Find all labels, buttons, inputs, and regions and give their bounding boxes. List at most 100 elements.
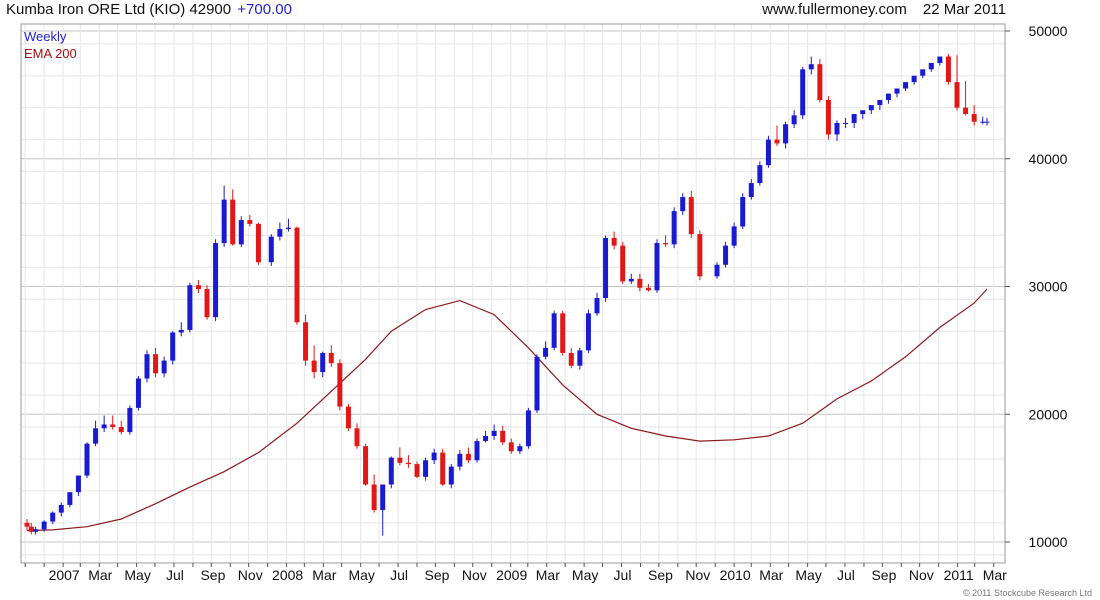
candle — [731, 222, 737, 249]
x-tick-label: Mar — [759, 567, 783, 583]
candle — [628, 273, 634, 284]
candle — [620, 241, 626, 284]
candle-body-up — [748, 183, 754, 198]
candle-body-up — [980, 121, 986, 123]
candle-body-up — [67, 492, 73, 505]
candle-body-down — [118, 427, 124, 433]
candle-body-down — [774, 139, 780, 144]
candle-body-up — [388, 457, 394, 485]
candle-body-up — [483, 435, 489, 442]
candle-body-down — [500, 430, 506, 443]
candle — [860, 110, 866, 120]
candle — [800, 66, 806, 120]
candle — [928, 62, 934, 72]
candle — [654, 239, 660, 293]
candle — [817, 59, 823, 103]
candle — [118, 420, 124, 435]
candle — [135, 375, 141, 411]
candle — [791, 110, 797, 129]
candle-body-up — [423, 460, 429, 477]
candle-body-down — [24, 522, 30, 527]
candle-body-up — [380, 484, 386, 511]
candle-body-up — [868, 105, 874, 111]
ema-layer — [26, 288, 988, 532]
candle — [984, 117, 990, 126]
candle-body-up — [268, 236, 274, 263]
candle — [680, 193, 686, 215]
candle — [311, 345, 317, 379]
candle — [868, 105, 874, 115]
candle-body-up — [135, 378, 141, 408]
candle-body-down — [825, 99, 831, 135]
candle — [414, 461, 420, 479]
candle-body-up — [911, 75, 917, 83]
y-tick-label: 40000 — [1029, 151, 1068, 167]
candle — [825, 96, 831, 140]
candle — [230, 189, 236, 246]
candle — [945, 53, 951, 85]
candle — [93, 420, 99, 447]
candle — [345, 404, 351, 431]
candle — [834, 120, 840, 141]
candle — [843, 117, 849, 129]
candle — [517, 443, 523, 454]
candle-body-up — [903, 82, 909, 89]
candle-body-up — [178, 329, 184, 333]
candle — [723, 241, 729, 268]
candle-body-down — [971, 114, 977, 122]
candle — [363, 443, 369, 486]
candle-body-down — [637, 278, 643, 288]
x-tick-label: Jul — [390, 567, 408, 583]
candle-body-up — [320, 352, 326, 373]
candle — [371, 474, 377, 513]
candle-body-down — [345, 406, 351, 429]
x-tick-label: Sep — [200, 567, 225, 583]
candle-body-up — [783, 124, 789, 144]
copyright-text: © 2011 Stockcube Research Ltd — [962, 588, 1092, 598]
candle — [877, 99, 883, 111]
candle — [153, 347, 159, 378]
candle — [697, 230, 703, 281]
y-tick-label: 30000 — [1029, 279, 1068, 295]
price-chart: 10000 20000 30000 40000 50000 2007 Mar May Jul Se… — [20, 23, 1068, 583]
x-tick-label: May — [124, 567, 150, 583]
candle-body-up — [543, 347, 549, 357]
candle-body-down — [247, 220, 253, 224]
candle-body-down — [560, 313, 566, 353]
x-tick-label: May — [795, 567, 821, 583]
candle-body-down — [954, 82, 960, 108]
candle-body-down — [688, 197, 694, 235]
candle-body-up — [877, 99, 883, 106]
candle-body-down — [337, 363, 343, 407]
candle — [748, 179, 754, 200]
candle-body-up — [187, 285, 193, 330]
plot-frame — [20, 23, 1006, 564]
candle-body-down — [620, 245, 626, 282]
candle — [161, 356, 167, 378]
candle-body-down — [440, 452, 446, 485]
candle — [740, 193, 746, 230]
candle — [560, 310, 566, 356]
candle-body-down — [204, 289, 210, 318]
candle-body-up — [491, 430, 497, 436]
candle-body-up — [851, 114, 857, 123]
x-tick-label: May — [348, 567, 374, 583]
candle — [963, 80, 969, 116]
candle-body-up — [517, 446, 523, 452]
candle — [577, 347, 583, 370]
candle — [294, 226, 300, 325]
candle-body-up — [238, 220, 244, 245]
candle — [405, 455, 411, 468]
candle — [551, 310, 557, 351]
candle-body-up — [277, 229, 283, 237]
candle — [320, 351, 326, 378]
candle-body-down — [414, 464, 420, 477]
candle-body-up — [101, 424, 107, 429]
candle-body-up — [765, 139, 771, 166]
candle — [277, 222, 283, 241]
candle — [465, 447, 471, 463]
candle — [127, 405, 133, 435]
candle-body-up — [800, 69, 806, 116]
candle-body-up — [937, 56, 943, 63]
y-tick-label: 10000 — [1029, 534, 1068, 550]
